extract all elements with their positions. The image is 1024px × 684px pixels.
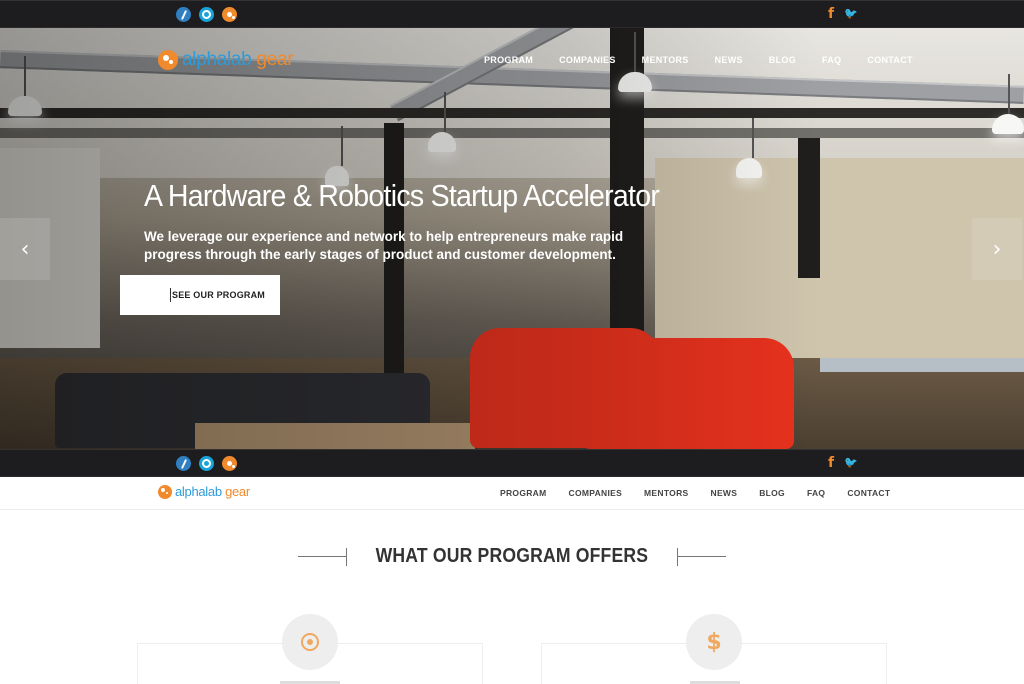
logo-text-gear: gear [251,49,294,70]
partner-3-icon[interactable] [222,7,237,22]
heading-rule-left [298,556,347,557]
twitter-icon[interactable]: 🐦 [844,6,858,22]
nav-mentors[interactable]: MENTORS [644,488,688,498]
offer-icon-circle: $ [686,614,742,670]
target-icon [301,633,319,651]
twitter-icon[interactable]: 🐦 [844,455,858,471]
hero-slider: alphalab gear PROGRAM COMPANIES MENTORS … [0,28,1024,449]
social-links: f 🐦 [824,6,858,22]
nav-mentors[interactable]: MENTORS [642,55,689,65]
slider-prev-arrow-icon[interactable]: ‹ [0,218,50,280]
nav-faq[interactable]: FAQ [807,488,825,498]
see-our-program-button[interactable]: SEE OUR PROGRAM [120,275,280,315]
header-nav: PROGRAM COMPANIES MENTORS NEWS BLOG FAQ … [500,488,912,498]
nav-news[interactable]: NEWS [711,488,738,498]
top-bar-secondary: f 🐦 [0,449,1024,477]
social-links: f 🐦 [824,455,858,471]
nav-companies[interactable]: COMPANIES [559,55,616,65]
cta-label: SEE OUR PROGRAM [172,290,266,300]
logo-text: alphalab gear [182,49,294,71]
partner-icons [176,456,237,471]
nav-contact[interactable]: CONTACT [847,488,890,498]
section-heading: WHAT OUR PROGRAM OFFERS [0,545,1024,568]
offer-icon-circle [282,614,338,670]
nav-program[interactable]: PROGRAM [500,488,547,498]
partner-3-icon[interactable] [222,456,237,471]
partner-2-icon[interactable] [199,456,214,471]
page: f 🐦 alphalab gear PROGRAM COMPANIES MENT… [0,0,1024,684]
nav-companies[interactable]: COMPANIES [569,488,623,498]
partner-icons [176,7,237,22]
hero-title: A Hardware & Robotics Startup Accelerato… [144,178,660,213]
nav-news[interactable]: NEWS [715,55,743,65]
partner-1-icon[interactable] [176,7,191,22]
nav-contact[interactable]: CONTACT [867,55,912,65]
nav-program[interactable]: PROGRAM [484,55,533,65]
partner-1-icon[interactable] [176,456,191,471]
dollar-icon: $ [706,629,722,655]
sticky-header: alphalab gear PROGRAM COMPANIES MENTORS … [0,477,1024,510]
nav-blog[interactable]: BLOG [759,488,785,498]
nav-faq[interactable]: FAQ [822,55,841,65]
section-title: WHAT OUR PROGRAM OFFERS [375,545,649,567]
hero-nav: PROGRAM COMPANIES MENTORS NEWS BLOG FAQ … [484,55,939,65]
alphalab-logo-icon [158,50,178,70]
logo-text-alphalab: alphalab [175,484,222,499]
slider-next-arrow-icon[interactable]: › [972,218,1022,280]
facebook-icon[interactable]: f [824,6,838,22]
hero-logo[interactable]: alphalab gear [158,49,294,71]
hero-subtitle: We leverage our experience and network t… [144,229,624,262]
alphalab-logo-icon [158,484,172,499]
header-logo[interactable]: alphalab gear [158,484,250,499]
logo-text: alphalab gear [175,484,250,499]
heading-tick-left [346,547,348,566]
top-bar: f 🐦 [0,0,1024,28]
partner-2-icon[interactable] [199,7,214,22]
logo-text-alphalab: alphalab [182,49,252,70]
nav-blog[interactable]: BLOG [769,55,796,65]
heading-rule-right [677,556,726,557]
facebook-icon[interactable]: f [824,455,838,471]
logo-text-gear: gear [221,484,250,499]
cta-divider [170,288,171,302]
